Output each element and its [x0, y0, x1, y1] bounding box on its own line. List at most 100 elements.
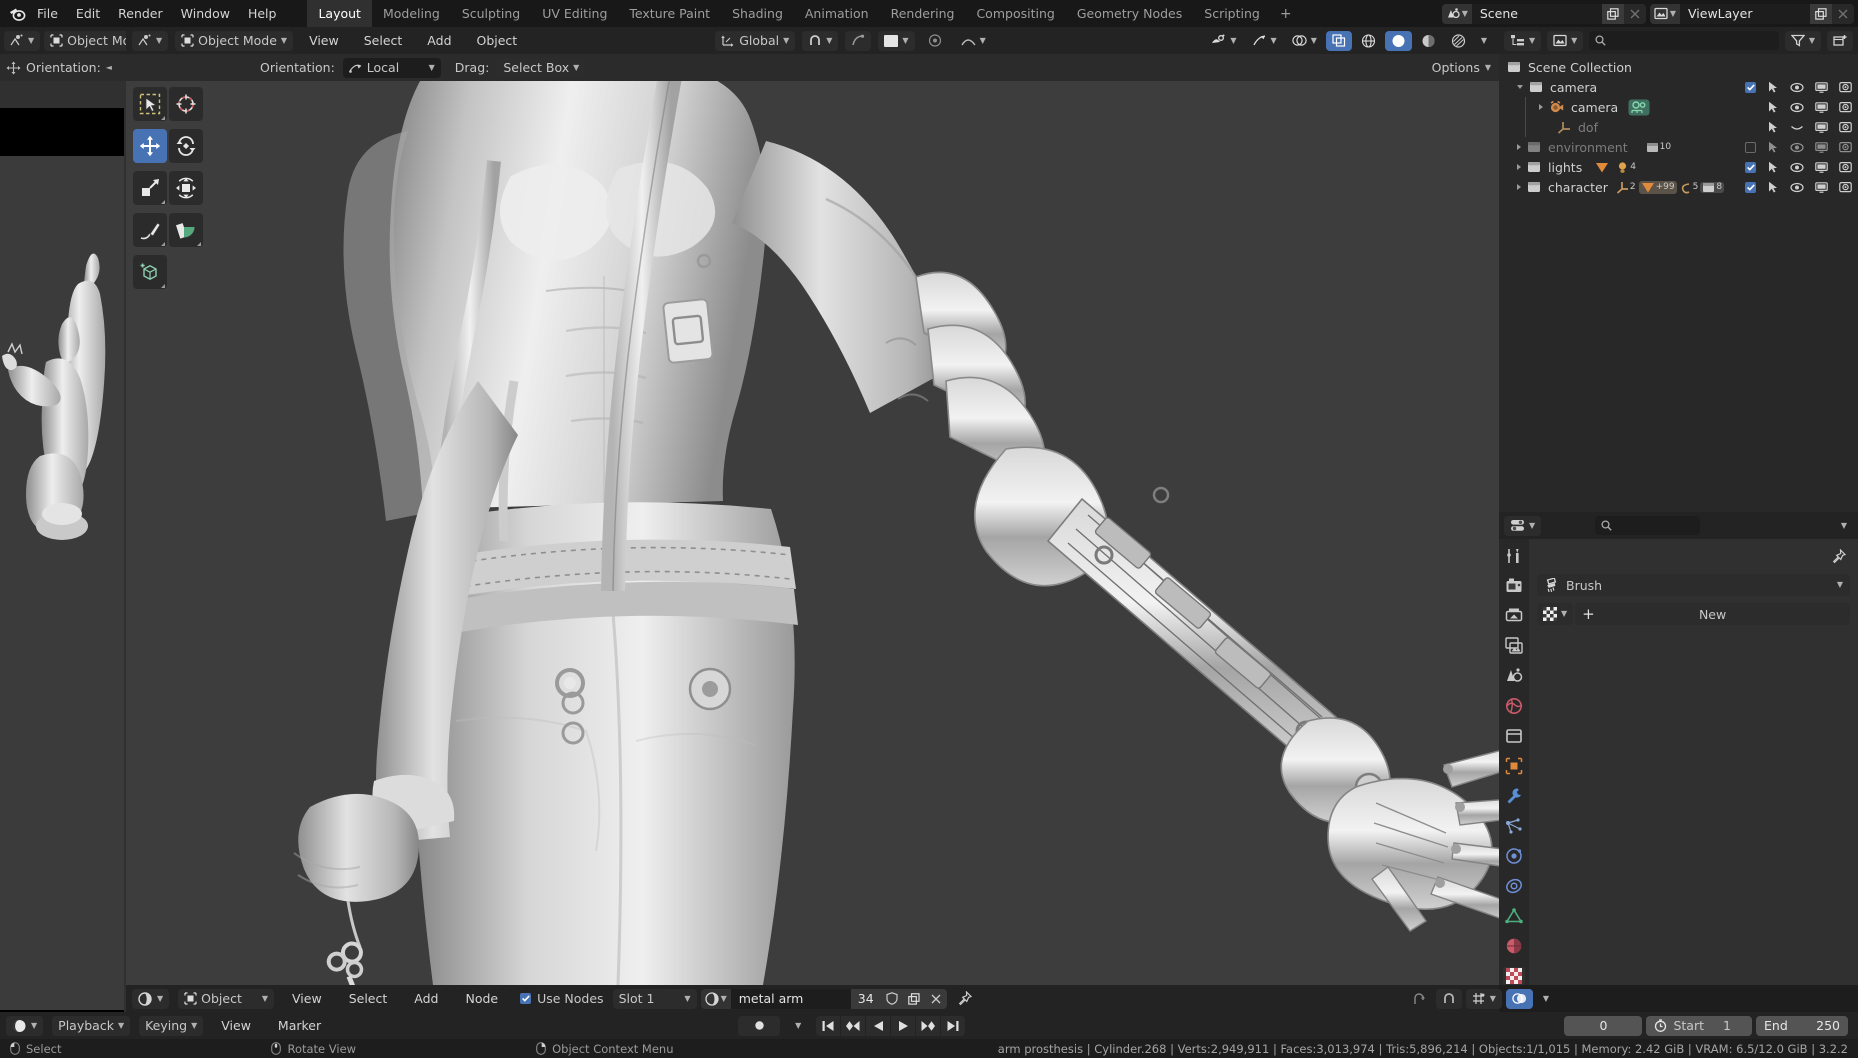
disable-viewport-monitor-icon[interactable]	[1815, 142, 1828, 153]
tab-scripting[interactable]: Scripting	[1193, 0, 1271, 27]
hide-viewport-eye-icon[interactable]	[1790, 182, 1804, 193]
properties-editor-type-button[interactable]: ▼	[1504, 516, 1541, 536]
shader-type-button[interactable]: Object ▼	[178, 989, 274, 1009]
disclosure-triangle-icon[interactable]	[1517, 184, 1521, 190]
properties-tab-render[interactable]	[1503, 577, 1525, 595]
use-nodes-toggle[interactable]: Use Nodes	[520, 991, 603, 1006]
copy-material-button[interactable]	[903, 989, 925, 1009]
properties-tab-modifiers[interactable]	[1503, 787, 1525, 805]
disable-viewport-monitor-icon[interactable]	[1815, 162, 1828, 173]
menu-render[interactable]: Render	[109, 3, 172, 24]
properties-tab-object-data[interactable]	[1503, 907, 1525, 925]
node-overlays-button[interactable]	[1506, 989, 1533, 1009]
keying-menu-button[interactable]: Keying ▼	[139, 1016, 203, 1036]
annotate-tool[interactable]	[133, 213, 167, 247]
end-frame-field[interactable]: End 250	[1756, 1016, 1848, 1036]
tab-layout[interactable]: Layout	[307, 0, 372, 27]
viewlayer-icon[interactable]: ▼	[1650, 4, 1680, 24]
viewport-menu-view[interactable]: View	[300, 30, 348, 51]
play-button[interactable]	[891, 1016, 915, 1036]
timeline-menu-view[interactable]: View	[212, 1015, 260, 1036]
properties-search-input[interactable]	[1595, 516, 1700, 535]
collection-checkbox[interactable]	[1745, 162, 1756, 173]
outliner-row-camera-object[interactable]: camera	[1499, 97, 1858, 117]
tab-sculpting[interactable]: Sculpting	[451, 0, 531, 27]
selectable-icon[interactable]	[1767, 101, 1779, 113]
collection-checkbox[interactable]	[1745, 182, 1756, 193]
node-snap-mode-button[interactable]: ▼	[1466, 989, 1502, 1009]
selectable-icon[interactable]	[1767, 81, 1779, 93]
tab-compositing[interactable]: Compositing	[965, 0, 1065, 27]
viewport-editor-type-button[interactable]: ▼	[132, 31, 168, 51]
timeline-menu-marker[interactable]: Marker	[269, 1015, 330, 1036]
texture-context-dropdown[interactable]: Brush ▼	[1537, 574, 1850, 596]
outliner-search-input[interactable]	[1589, 31, 1779, 50]
current-frame-field[interactable]: 0	[1564, 1016, 1642, 1036]
left-mode-button[interactable]: Object Mo	[44, 31, 126, 51]
left-3d-viewport[interactable]	[0, 156, 124, 1010]
scale-tool[interactable]	[133, 171, 167, 205]
disclosure-triangle-icon[interactable]	[1517, 164, 1521, 170]
hide-viewport-eye-icon[interactable]	[1790, 162, 1804, 173]
cursor-tool[interactable]	[169, 87, 203, 121]
properties-tab-scene[interactable]	[1503, 667, 1525, 685]
viewlayer-name-field[interactable]: ViewLayer	[1680, 4, 1810, 24]
transform-tool[interactable]	[169, 171, 203, 205]
drag-dropdown[interactable]: Select Box ▼	[497, 58, 585, 78]
new-texture-button[interactable]: + New	[1575, 603, 1850, 625]
hide-viewport-eye-icon[interactable]	[1790, 82, 1804, 93]
blender-logo-icon[interactable]	[6, 4, 28, 24]
selectable-icon[interactable]	[1767, 161, 1779, 173]
material-datablock[interactable]: ▼ metal arm 34	[701, 989, 947, 1009]
new-scene-button[interactable]	[1602, 4, 1624, 24]
disable-viewport-monitor-icon[interactable]	[1815, 82, 1828, 93]
measure-tool[interactable]	[169, 213, 203, 247]
scene-icon[interactable]: ▼	[1442, 4, 1472, 24]
outliner-row-camera-collection[interactable]: camera	[1499, 77, 1858, 97]
selectable-icon[interactable]	[1767, 141, 1779, 153]
material-name-field[interactable]: metal arm	[731, 989, 851, 1009]
viewlayer-datablock[interactable]: ▼ ViewLayer	[1650, 4, 1854, 24]
properties-tab-material[interactable]	[1503, 937, 1525, 955]
disable-viewport-monitor-icon[interactable]	[1815, 182, 1828, 193]
properties-tab-view-layer[interactable]	[1503, 637, 1525, 655]
node-menu-add[interactable]: Add	[405, 988, 447, 1009]
properties-tab-output[interactable]	[1503, 607, 1525, 625]
go-to-parent-button[interactable]	[1406, 989, 1432, 1009]
outliner-filter-id-button[interactable]: ▼	[1547, 31, 1583, 51]
new-viewlayer-button[interactable]	[1810, 4, 1832, 24]
disable-render-camera-icon[interactable]	[1839, 121, 1852, 133]
tab-modeling[interactable]: Modeling	[372, 0, 451, 27]
menu-help[interactable]: Help	[239, 3, 286, 24]
properties-tab-texture[interactable]	[1503, 967, 1525, 985]
properties-tab-object[interactable]	[1503, 757, 1525, 775]
auto-keying-options-button[interactable]: ▼	[789, 1016, 807, 1036]
interaction-mode-button[interactable]: Object Mode ▼	[175, 31, 293, 51]
gizmo-toggle-button[interactable]: ▼	[1246, 31, 1283, 51]
left-editor-type-button[interactable]: ▼	[4, 31, 40, 51]
shading-material-preview-button[interactable]	[1415, 31, 1442, 51]
outliner-row-character[interactable]: character 2 +99 5 8	[1499, 177, 1858, 197]
outliner-row-environment[interactable]: environment 10	[1499, 137, 1858, 157]
outliner-row-scene-collection[interactable]: Scene Collection	[1499, 57, 1858, 77]
snap-target-button[interactable]	[922, 31, 948, 51]
falloff-curve-button[interactable]: ▼	[955, 31, 992, 51]
unlink-scene-button[interactable]	[1624, 4, 1646, 24]
options-chevron-icon[interactable]: ▼	[1485, 64, 1491, 72]
viewport-canvas[interactable]	[126, 81, 1499, 985]
material-slot-dropdown[interactable]: Slot 1 ▼	[613, 989, 697, 1009]
disable-render-camera-icon[interactable]	[1839, 141, 1852, 153]
visibility-button[interactable]: ▼	[1205, 31, 1242, 51]
transform-orientation-button[interactable]: Global ▼	[715, 31, 795, 51]
disable-render-camera-icon[interactable]	[1839, 181, 1852, 193]
material-users-count[interactable]: 34	[851, 989, 881, 1009]
remove-viewlayer-button[interactable]	[1832, 4, 1854, 24]
camera-data-icon[interactable]	[1628, 99, 1650, 116]
tweak-select-box-tool[interactable]	[133, 87, 167, 121]
jump-to-start-button[interactable]	[816, 1016, 840, 1036]
unlink-material-button[interactable]	[925, 989, 947, 1009]
disclosure-triangle-icon[interactable]	[1517, 144, 1521, 150]
node-menu-view[interactable]: View	[283, 988, 331, 1009]
outliner-filter-button[interactable]: ▼	[1785, 31, 1821, 51]
viewport-menu-select[interactable]: Select	[355, 30, 412, 51]
